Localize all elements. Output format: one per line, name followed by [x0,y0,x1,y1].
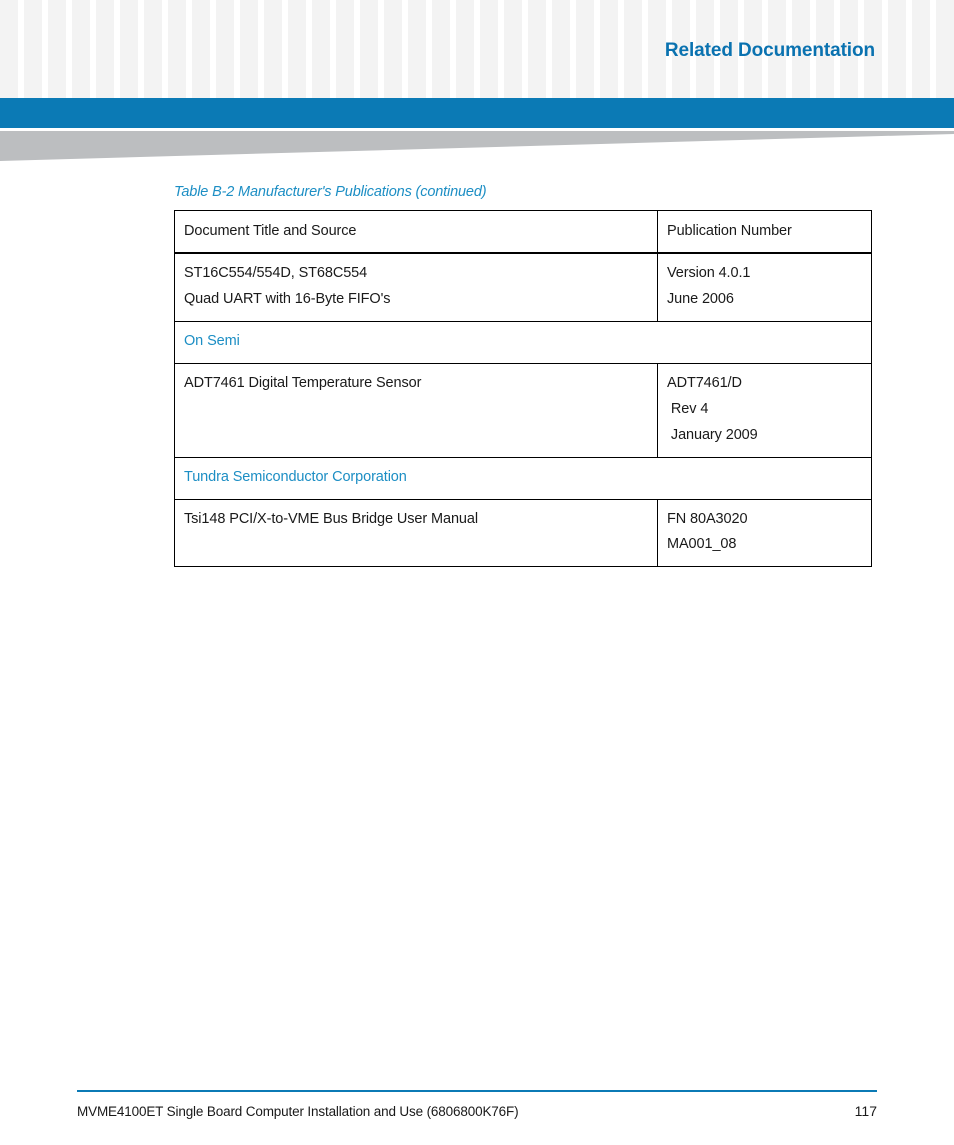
header-blue-band [0,98,954,128]
cell-document-title: ST16C554/554D, ST68C554 Quad UART with 1… [174,252,658,322]
table-section-row-on-semi: On Semi [174,321,872,364]
cell-publication-number: FN 80A3020 MA001_08 [657,499,872,568]
cell-text-line: Rev 4 [667,400,709,417]
page-content: Table B-2 Manufacturer's Publications (c… [174,184,872,568]
cell-text-line: June 2006 [667,290,734,307]
cell-text-line: ADT7461/D [667,374,742,391]
column-header-document-title: Document Title and Source [174,210,658,254]
table-header-row: Document Title and Source Publication Nu… [174,210,872,254]
page-footer: MVME4100ET Single Board Computer Install… [77,1090,877,1119]
cell-text-line: January 2009 [667,426,758,443]
footer-document-title: MVME4100ET Single Board Computer Install… [77,1103,519,1119]
cell-section-label: Tundra Semiconductor Corporation [174,457,872,500]
cell-publication-number: ADT7461/D Rev 4 January 2009 [657,363,872,458]
cell-text-line: FN 80A3020 [667,510,748,527]
cell-text-line: ADT7461 Digital Temperature Sensor [184,374,422,391]
table-row: ST16C554/554D, ST68C554 Quad UART with 1… [174,252,872,322]
cell-text-line: ST16C554/554D, ST68C554 [184,264,368,281]
table-row: Tsi148 PCI/X-to-VME Bus Bridge User Manu… [174,499,872,568]
cell-document-title: ADT7461 Digital Temperature Sensor [174,363,658,458]
cell-section-label: On Semi [174,321,872,364]
footer-row: MVME4100ET Single Board Computer Install… [77,1103,877,1119]
table-caption: Table B-2 Manufacturer's Publications (c… [174,184,487,200]
table-row: ADT7461 Digital Temperature Sensor ADT74… [174,363,872,458]
cell-publication-number: Version 4.0.1 June 2006 [657,252,872,322]
page-header: Related Documentation [0,0,954,98]
footer-divider [77,1090,877,1092]
table-section-row-tundra: Tundra Semiconductor Corporation [174,457,872,500]
footer-page-number: 117 [854,1102,877,1119]
cell-text-line: Tsi148 PCI/X-to-VME Bus Bridge User Manu… [184,510,478,527]
cell-text-line: Quad UART with 16-Byte FIFO's [184,290,391,307]
manufacturer-publications-table: Document Title and Source Publication Nu… [174,210,872,568]
page-title: Related Documentation [664,40,875,61]
cell-text-line: MA001_08 [667,536,737,553]
column-header-publication-number: Publication Number [657,210,872,254]
header-gray-swoosh [0,131,954,161]
cell-document-title: Tsi148 PCI/X-to-VME Bus Bridge User Manu… [174,499,658,568]
cell-text-line: Version 4.0.1 [667,264,751,281]
